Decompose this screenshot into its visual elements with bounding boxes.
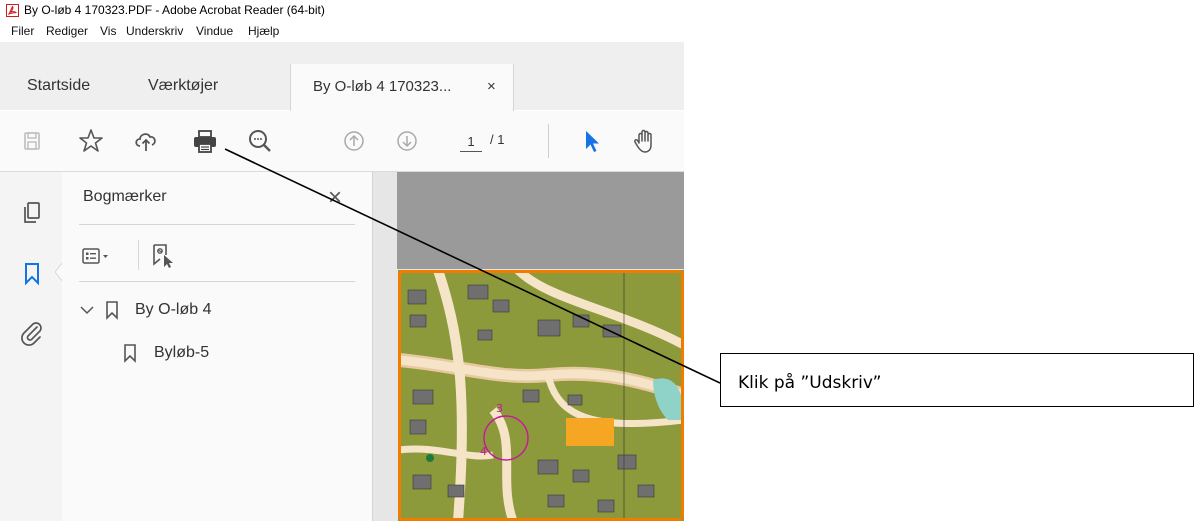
- title-bar: By O-løb 4 170323.PDF - Adobe Acrobat Re…: [0, 0, 684, 22]
- tab-tools[interactable]: Værktøjer: [148, 77, 218, 95]
- toolbar-separator: [548, 124, 549, 158]
- bookmarks-icon[interactable]: [17, 258, 47, 288]
- menu-help[interactable]: Hjælp: [248, 24, 279, 38]
- orienteering-map-page: 3 4: [398, 270, 684, 521]
- cloud-upload-icon[interactable]: [131, 126, 161, 156]
- acrobat-pdf-icon: [6, 4, 19, 17]
- menu-sign[interactable]: Underskriv: [126, 24, 183, 38]
- menu-file[interactable]: Filer: [11, 24, 34, 38]
- acrobat-window: By O-løb 4 170323.PDF - Adobe Acrobat Re…: [0, 0, 684, 521]
- select-cursor-icon[interactable]: [576, 126, 606, 156]
- bookmark-item-label[interactable]: By O-løb 4: [135, 301, 211, 319]
- document-background: [397, 172, 684, 269]
- page-thumbnails-icon[interactable]: [17, 198, 47, 228]
- zoom-out-icon[interactable]: [245, 126, 275, 156]
- tab-close-icon[interactable]: ×: [487, 78, 496, 95]
- add-bookmark-icon[interactable]: [147, 240, 177, 270]
- panel-close-icon[interactable]: ×: [328, 184, 342, 212]
- print-icon[interactable]: [190, 126, 220, 156]
- panel-title: Bogmærker: [83, 188, 167, 205]
- menu-bar: Filer Rediger Vis Underskriv Vindue Hjæl…: [0, 22, 684, 42]
- menu-window[interactable]: Vindue: [196, 24, 233, 38]
- tab-document-label: By O-løb 4 170323...: [313, 78, 452, 95]
- tab-document[interactable]: By O-løb 4 170323... ×: [290, 64, 514, 111]
- window-title: By O-løb 4 170323.PDF - Adobe Acrobat Re…: [24, 3, 325, 17]
- panel-tool-separator: [138, 240, 139, 270]
- star-icon[interactable]: [76, 126, 106, 156]
- page-up-icon[interactable]: [339, 126, 369, 156]
- bookmark-icon: [103, 299, 121, 321]
- chevron-down-icon[interactable]: [78, 300, 96, 320]
- callout-text: Klik på ”Udskriv”: [738, 373, 882, 393]
- attachment-icon[interactable]: [17, 318, 47, 348]
- menu-view[interactable]: Vis: [100, 24, 116, 38]
- bookmark-item-label[interactable]: Byløb-5: [154, 344, 209, 362]
- bookmark-icon: [121, 342, 139, 364]
- panel-divider-top: [79, 224, 355, 225]
- hand-tool-icon[interactable]: [630, 126, 660, 156]
- page-number-input[interactable]: [460, 131, 482, 152]
- page-down-icon[interactable]: [392, 126, 422, 156]
- tab-home[interactable]: Startside: [27, 77, 90, 95]
- save-icon[interactable]: [17, 126, 47, 156]
- svg-text:4: 4: [480, 445, 487, 458]
- bookmark-options-icon[interactable]: [80, 242, 110, 272]
- menu-edit[interactable]: Rediger: [46, 24, 88, 38]
- panel-divider-bottom: [79, 281, 355, 282]
- svg-text:3: 3: [496, 402, 503, 415]
- page-total: / 1: [490, 132, 505, 147]
